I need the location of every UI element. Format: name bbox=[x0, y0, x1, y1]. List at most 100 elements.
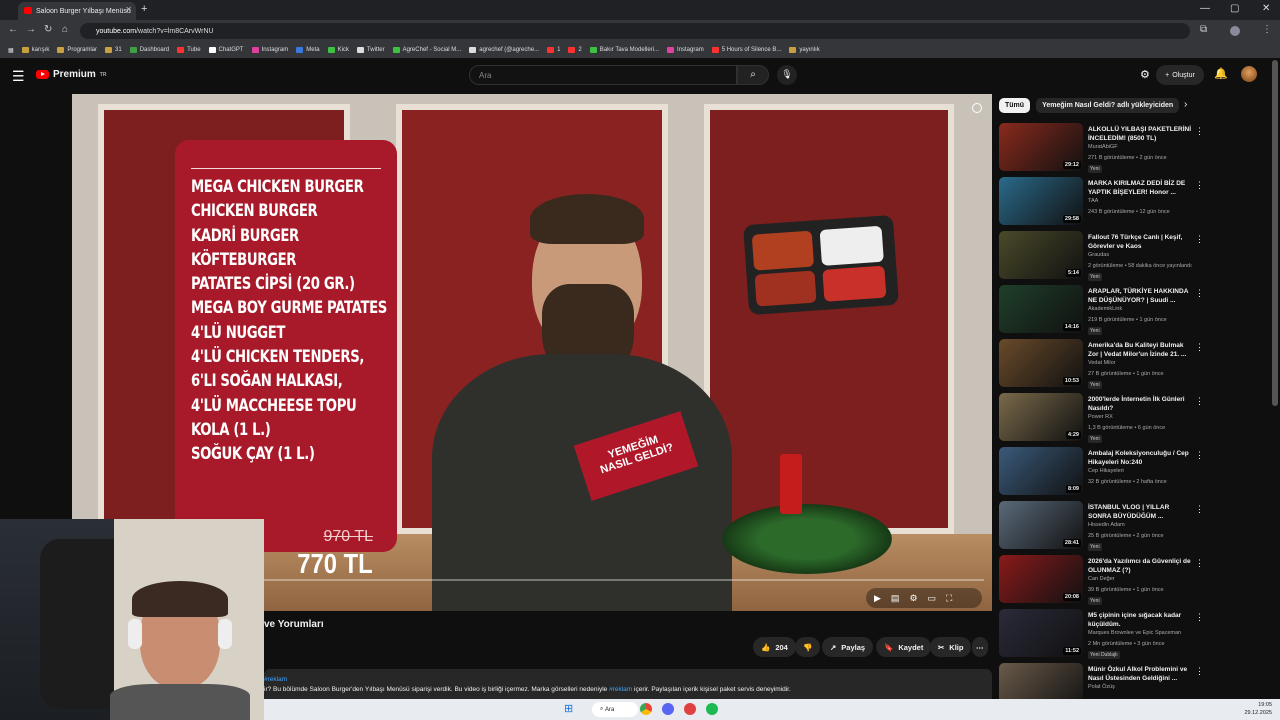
maximize-icon[interactable]: ▢ bbox=[1230, 3, 1239, 14]
video-thumbnail[interactable]: 11:52 bbox=[999, 609, 1083, 657]
menu-icon[interactable]: ☰ bbox=[12, 68, 25, 85]
channel-name[interactable]: Vedat Milor bbox=[1088, 360, 1116, 366]
video-title[interactable]: Fallout 76 Türkçe Canlı | Keşif, Görevle… bbox=[1088, 233, 1192, 251]
close-window-icon[interactable]: ✕ bbox=[1262, 3, 1270, 14]
channel-name[interactable]: Polat Özüş bbox=[1088, 684, 1115, 690]
more-options-icon[interactable]: ⋮ bbox=[1195, 450, 1204, 461]
bookmark-item[interactable]: Kick bbox=[327, 47, 349, 53]
channel-name[interactable]: Can Değer bbox=[1088, 576, 1115, 582]
bookmark-item[interactable]: Instagram bbox=[667, 47, 704, 53]
windows-start-icon[interactable]: ⊞ bbox=[564, 702, 573, 715]
fullscreen-icon[interactable]: ⛶ bbox=[946, 593, 952, 604]
recommended-video[interactable]: 8:09 Ambalaj Koleksiyonculuğu / Cep Hikay… bbox=[999, 446, 1269, 500]
avatar[interactable] bbox=[1241, 66, 1257, 82]
channel-name[interactable]: Power RX bbox=[1088, 414, 1113, 420]
notifications-icon[interactable]: 🔔 bbox=[1214, 67, 1228, 80]
back-icon[interactable]: ← bbox=[8, 24, 18, 35]
url-field[interactable]: youtube.com/watch?v=lm8CArvWrNU bbox=[80, 23, 1190, 39]
bookmark-item[interactable]: Bakır Tava Modelleri... bbox=[589, 47, 659, 53]
video-title[interactable]: MARKA KIRILMAZ DEDİ BİZ DE YAPTIK BİŞEYL… bbox=[1088, 179, 1192, 197]
more-actions-button[interactable]: ⋯ bbox=[972, 637, 988, 657]
voice-search-icon[interactable]: 🎙 bbox=[777, 65, 797, 85]
more-options-icon[interactable]: ⋮ bbox=[1195, 612, 1204, 623]
clip-button[interactable]: ✂ Klip bbox=[930, 637, 972, 657]
video-title[interactable]: Amerika'da Bu Kaliteyi Bulmak Zor | Veda… bbox=[1088, 341, 1192, 359]
save-button[interactable]: 🔖 Kaydet bbox=[876, 637, 932, 657]
channel-name[interactable]: Cep Hikayeleri bbox=[1088, 468, 1124, 474]
reload-icon[interactable]: ↻ bbox=[44, 24, 52, 35]
more-options-icon[interactable]: ⋮ bbox=[1195, 666, 1204, 677]
progress-bar[interactable] bbox=[262, 579, 984, 581]
forward-icon[interactable]: → bbox=[26, 24, 36, 35]
bookmark-item[interactable]: Programlar bbox=[57, 47, 97, 53]
bookmark-item[interactable]: yayınlık bbox=[789, 47, 820, 53]
browser-tab[interactable]: Saloon Burger Yılbaşı Menüsü ✕ bbox=[18, 2, 136, 20]
video-title[interactable]: ARAPLAR, TÜRKİYE HAKKINDA NE DÜŞÜNÜYOR? … bbox=[1088, 287, 1192, 305]
recommended-video[interactable]: 5:14 Fallout 76 Türkçe Canlı | Keşif, Gör… bbox=[999, 230, 1269, 284]
video-thumbnail[interactable]: 29:58 bbox=[999, 177, 1083, 225]
video-thumbnail[interactable]: 14:16 bbox=[999, 285, 1083, 333]
channel-name[interactable]: MuratAbiGF bbox=[1088, 144, 1118, 150]
chip-all[interactable]: Tümü bbox=[999, 98, 1031, 113]
desc-inline-tag[interactable]: #reklam bbox=[609, 686, 632, 693]
bookmark-item[interactable]: Dashboard bbox=[129, 47, 169, 53]
like-button[interactable]: 👍 204 bbox=[753, 637, 796, 657]
channel-name[interactable]: Marques Brownlee ve Epic Spaceman bbox=[1088, 630, 1181, 636]
dislike-button[interactable]: 👎 bbox=[795, 637, 821, 657]
more-options-icon[interactable]: ⋮ bbox=[1195, 342, 1204, 353]
spotify-icon[interactable] bbox=[706, 703, 718, 715]
video-thumbnail[interactable]: 10:53 bbox=[999, 339, 1083, 387]
video-thumbnail[interactable]: 5:14 bbox=[999, 231, 1083, 279]
video-thumbnail[interactable]: 4:29 bbox=[999, 393, 1083, 441]
video-title[interactable]: ALKOLLÜ YILBAŞI PAKETLERİNİ İNCELEDİM! (… bbox=[1088, 125, 1192, 143]
discord-icon[interactable] bbox=[662, 703, 674, 715]
autoplay-indicator-icon[interactable] bbox=[972, 103, 982, 113]
more-options-icon[interactable]: ⋮ bbox=[1195, 180, 1204, 191]
bookmark-item[interactable]: agrechef (@agreche... bbox=[469, 47, 539, 53]
home-icon[interactable]: ⌂ bbox=[62, 24, 68, 35]
video-thumbnail[interactable]: 28:41 bbox=[999, 501, 1083, 549]
bookmark-item[interactable]: ChatGPT bbox=[208, 47, 244, 53]
apps-grid-icon[interactable]: ▦ bbox=[8, 47, 14, 54]
video-description[interactable]: #reklam ir? Bu bölümde Saloon Burger'den… bbox=[264, 669, 992, 699]
create-button[interactable]: + Oluştur bbox=[1156, 65, 1204, 85]
bookmark-item[interactable]: Twitter bbox=[356, 47, 385, 53]
video-thumbnail[interactable]: 8:09 bbox=[999, 447, 1083, 495]
chevron-right-icon[interactable]: › bbox=[1184, 99, 1187, 110]
close-tab-icon[interactable]: ✕ bbox=[125, 5, 132, 14]
chip-uploader[interactable]: Yemeğim Nasıl Geldi? adlı yükleyiciden bbox=[1036, 98, 1180, 113]
channel-name[interactable]: TAA bbox=[1088, 198, 1098, 204]
desc-hashtag[interactable]: #reklam bbox=[264, 676, 287, 683]
more-options-icon[interactable]: ⋮ bbox=[1195, 558, 1204, 569]
search-input[interactable]: Ara bbox=[469, 65, 737, 85]
recommended-video[interactable]: 29:12 ALKOLLÜ YILBAŞI PAKETLERİNİ İNCELED… bbox=[999, 122, 1269, 176]
video-title[interactable]: M5 çipinin içine sığacak kadar küçüldüm. bbox=[1088, 611, 1192, 629]
bookmark-item[interactable]: Tube bbox=[177, 47, 201, 53]
video-thumbnail[interactable]: 20:08 bbox=[999, 555, 1083, 603]
minimize-icon[interactable]: — bbox=[1200, 3, 1210, 14]
video-title[interactable]: Münir Özkul Alkol Problemini ve Nasıl Üs… bbox=[1088, 665, 1192, 683]
more-options-icon[interactable]: ⋮ bbox=[1195, 504, 1204, 515]
bookmark-item[interactable]: 2 bbox=[568, 47, 582, 53]
share-button[interactable]: ↗ Paylaş bbox=[822, 637, 874, 657]
extensions-icon[interactable]: ⧉ bbox=[1200, 24, 1207, 35]
video-title[interactable]: 2000'lerde İnternetin İlk Günleri Nasıld… bbox=[1088, 395, 1192, 413]
channel-name[interactable]: Hissedin Adam bbox=[1088, 522, 1125, 528]
video-title[interactable]: 2026'da Yazılımcı da Güvenliçi de OLUNMA… bbox=[1088, 557, 1192, 575]
bookmark-item[interactable]: 5 Hours of Silence B... bbox=[711, 47, 781, 53]
browser-menu-icon[interactable]: ⋮ bbox=[1262, 24, 1272, 35]
settings-icon[interactable]: ⚙ bbox=[909, 593, 917, 604]
recommended-video[interactable]: 29:58 MARKA KIRILMAZ DEDİ BİZ DE YAPTIK B… bbox=[999, 176, 1269, 230]
bookmark-item[interactable]: 1 bbox=[547, 47, 560, 53]
profile-icon[interactable] bbox=[1230, 26, 1240, 36]
channel-name[interactable]: AkademikLink bbox=[1088, 306, 1122, 312]
youtube-logo[interactable]: Premium TR bbox=[36, 69, 106, 80]
bookmark-item[interactable]: AgreChef - Social M... bbox=[392, 47, 461, 53]
taskbar-search[interactable]: ⌕ Ara bbox=[592, 702, 638, 717]
new-tab-icon[interactable]: + bbox=[141, 3, 147, 15]
bookmark-item[interactable]: Meta bbox=[296, 47, 320, 53]
recommended-video[interactable]: 4:29 2000'lerde İnternetin İlk Günleri Na… bbox=[999, 392, 1269, 446]
bookmark-item[interactable]: karışık bbox=[21, 47, 49, 53]
more-options-icon[interactable]: ⋮ bbox=[1195, 126, 1204, 137]
recommended-video[interactable]: 11:52 M5 çipinin içine sığacak kadar küçü… bbox=[999, 608, 1269, 662]
